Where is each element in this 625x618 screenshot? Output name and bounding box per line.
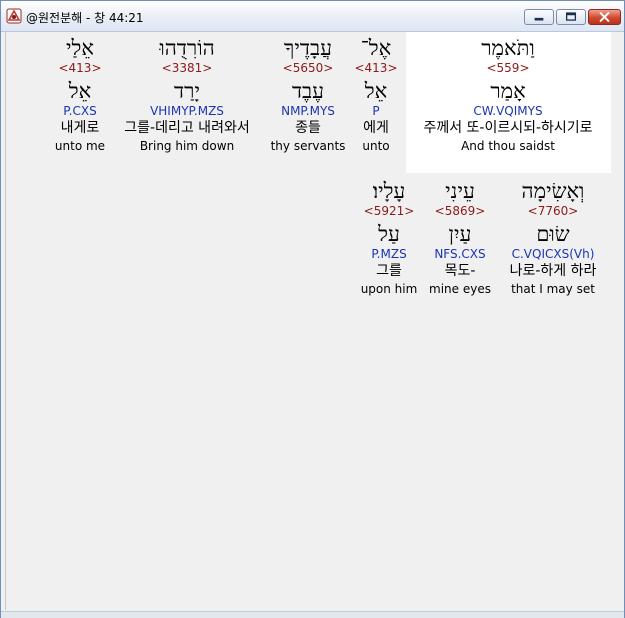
maximize-button[interactable] [556,9,586,25]
lemma-word: אָמַר [490,79,526,103]
word-column[interactable]: עָלָיו׃ <5921> עַל P.MZS 그를 upon him [358,178,420,297]
english-gloss: thy servants [270,139,346,153]
app-icon [6,8,22,24]
lemma-word: יָרַד [174,79,200,103]
lemma-word: אֵל [68,79,92,103]
close-button[interactable] [588,9,621,25]
english-gloss: unto [362,139,390,153]
hebrew-word: עָלָיו׃ [372,179,406,203]
lemma-word: עַיִן [448,222,472,246]
word-column[interactable]: עֲבָדֶיךָ <5650> עֶבֶד NMP.MYS 종들 thy se… [268,35,348,154]
lemma-word: אֵל [364,79,388,103]
maximize-icon [565,12,577,21]
strong-number[interactable]: <5921> [358,204,420,218]
english-gloss: mine eyes [429,282,491,296]
lemma-word: שׂוּם [536,222,570,246]
english-gloss: And thou saidst [461,139,555,153]
english-gloss: unto me [54,139,106,153]
english-gloss: Bring him down [139,139,235,153]
word-column[interactable]: וְאָשִׂימָה <7760> שׂוּם C.VQICXS(Vh) 나로… [500,178,606,297]
title-bar[interactable]: @원전분해 - 창 44:21 [1,1,624,32]
strong-number[interactable]: <413> [50,61,110,75]
hebrew-word: וְאָשִׂימָה [521,179,585,203]
strong-number[interactable]: <7760> [500,204,606,218]
korean-gloss: 종들 [295,120,321,136]
lemma-word: עֶבֶד [291,79,325,103]
morph-code: CW.VQIMYS [473,104,543,118]
korean-gloss: 목도- [444,263,476,279]
morph-code: C.VQICXS(Vh) [511,247,595,261]
hebrew-word: אֵלַי [66,36,94,60]
morph-code: NFS.CXS [434,247,486,261]
minimize-icon [534,17,544,21]
morph-code: P [372,104,380,118]
korean-gloss: 그를 [376,263,402,279]
word-column[interactable]: אֵלַי <413> אֵל P.CXS 내게로 unto me [50,35,110,154]
app-window: @원전분해 - 창 44:21 אֵלַי <413> אֵל P.CXS 내게… [0,0,625,618]
strong-number[interactable]: <3381> [112,61,262,75]
close-icon [599,12,610,22]
strong-number[interactable]: <5869> [424,204,496,218]
hebrew-word: הוֹרִדֻהוּ [159,36,215,60]
word-column[interactable]: אֶל־ <413> אֵל P 에게 unto [350,35,402,154]
morph-code: P.MZS [371,247,407,261]
minimize-button[interactable] [524,9,554,25]
strong-number[interactable]: <5650> [268,61,348,75]
korean-gloss: 주께서 또-이르시되-하시기로 [423,120,593,136]
word-column[interactable]: הוֹרִדֻהוּ <3381> יָרַד VHIMYP.MZS 그를-데리… [112,35,262,154]
strong-number[interactable]: <559> [408,61,608,75]
morph-code: VHIMYP.MZS [150,104,224,118]
hebrew-word: וַתֹּאמֶר [481,36,535,60]
window-title: @원전분해 - 창 44:21 [26,11,144,25]
korean-gloss: 나로-하게 하라 [509,263,597,279]
hebrew-word: עֵינִי [445,179,475,203]
strong-number[interactable]: <413> [350,61,402,75]
lemma-word: עַל [378,222,400,246]
window-bottom-border [1,611,624,618]
english-gloss: upon him [360,282,418,296]
morph-code: NMP.MYS [281,104,335,118]
hebrew-word: אֶל־ [360,36,392,60]
interlinear-panel: אֵלַי <413> אֵל P.CXS 내게로 unto me הוֹרִד… [5,32,621,610]
word-column[interactable]: עֵינִי <5869> עַיִן NFS.CXS 목도- mine eye… [424,178,496,297]
korean-gloss: 그를-데리고 내려와서 [124,120,250,136]
korean-gloss: 에게 [363,120,389,136]
korean-gloss: 내게로 [60,120,100,136]
hebrew-word: עֲבָדֶיךָ [284,36,332,60]
word-column-selected[interactable]: וַתֹּאמֶר <559> אָמַר CW.VQIMYS 주께서 또-이르… [408,35,608,154]
english-gloss: that I may set [511,282,595,296]
morph-code: P.CXS [63,104,97,118]
